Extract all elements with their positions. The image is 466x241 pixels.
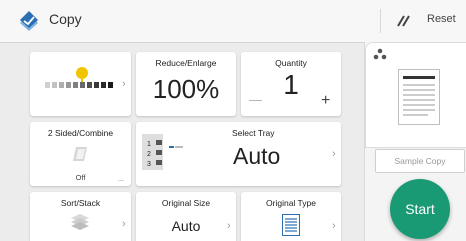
sort-stack-label: Sort/Stack bbox=[60, 198, 101, 208]
select-tray-label: Select Tray bbox=[232, 128, 275, 138]
page-preview-icon bbox=[398, 69, 440, 125]
chevron-right-icon: › bbox=[332, 220, 336, 232]
tray-number-1: 1 bbox=[147, 141, 151, 148]
more-indicator-icon: ... bbox=[118, 176, 124, 183]
chevron-right-icon: › bbox=[332, 148, 336, 160]
quantity-label: Quantity bbox=[275, 58, 307, 68]
two-sided-combine-tile[interactable]: 2 Sided/Combine Off ... bbox=[30, 122, 131, 186]
original-size-tile[interactable]: Original Size Auto › bbox=[136, 192, 236, 241]
original-size-label: Original Size bbox=[161, 198, 211, 208]
quantity-plus-button[interactable]: + bbox=[321, 92, 330, 110]
chevron-right-icon: › bbox=[122, 78, 126, 90]
reset-button[interactable]: Reset bbox=[386, 9, 464, 33]
select-tray-value: Auto bbox=[233, 143, 281, 169]
sort-stack-tile[interactable]: Sort/Stack › bbox=[30, 192, 131, 241]
right-panel: Sample Copy Start bbox=[364, 42, 466, 241]
two-sided-icon bbox=[73, 147, 87, 161]
original-type-label: Original Type bbox=[266, 198, 316, 208]
quantity-tile[interactable]: Quantity 1 — + bbox=[241, 52, 341, 116]
two-sided-value: Off bbox=[75, 173, 86, 182]
two-sided-label: 2 Sided/Combine bbox=[47, 128, 114, 138]
reduce-enlarge-value: 100% bbox=[152, 74, 220, 104]
tray-number-2: 2 bbox=[147, 151, 151, 158]
reduce-enlarge-label: Reduce/Enlarge bbox=[155, 58, 217, 68]
settings-summary-icon[interactable] bbox=[373, 48, 387, 60]
original-size-value: Auto bbox=[171, 218, 201, 234]
reset-icon bbox=[397, 15, 410, 27]
copy-app-icon bbox=[20, 11, 38, 31]
select-tray-tile[interactable]: 1 2 3 Select Tray Auto › bbox=[136, 122, 341, 186]
reset-label: Reset bbox=[427, 13, 456, 25]
app-header: Copy Reset bbox=[0, 0, 466, 43]
tray-number-3: 3 bbox=[147, 161, 151, 168]
density-tile[interactable]: › bbox=[30, 52, 131, 116]
quantity-minus-button[interactable]: — bbox=[249, 92, 262, 107]
start-button[interactable]: Start bbox=[390, 179, 450, 239]
reduce-enlarge-tile[interactable]: Reduce/Enlarge 100% bbox=[136, 52, 236, 116]
chevron-right-icon: › bbox=[122, 218, 126, 230]
header-divider bbox=[380, 9, 381, 33]
copy-preview-card bbox=[365, 42, 466, 148]
density-marker-icon bbox=[76, 67, 88, 79]
density-scale bbox=[45, 67, 113, 88]
original-type-tile[interactable]: Original Type › bbox=[241, 192, 341, 241]
sort-stack-icon bbox=[71, 214, 89, 230]
page-title: Copy bbox=[49, 11, 82, 27]
sample-copy-button[interactable]: Sample Copy bbox=[375, 149, 465, 173]
text-document-icon bbox=[282, 214, 300, 236]
chevron-right-icon: › bbox=[227, 220, 231, 232]
